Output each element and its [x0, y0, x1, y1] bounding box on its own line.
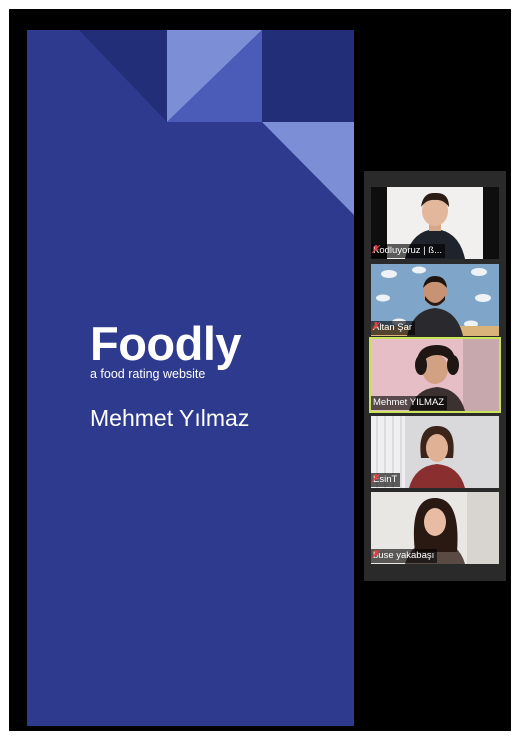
- muted-mic-icon: [371, 321, 381, 331]
- participant-gallery: Kodluyoruz | ß... Altan Şar Mehmet YILMA…: [364, 171, 506, 581]
- participant-tile[interactable]: Altan Şar: [371, 264, 499, 336]
- participant-name-tag: buse yakabaşı: [371, 549, 438, 563]
- participant-tile-active-speaker[interactable]: Mehmet YILMAZ: [369, 337, 501, 413]
- participant-name-tag: Kodluyoruz | ß...: [371, 244, 445, 258]
- muted-mic-icon: [371, 473, 381, 483]
- presenter-name: Mehmet Yılmaz: [90, 405, 250, 431]
- participant-name-tag: Altan Şar: [371, 321, 416, 335]
- participant-name-tag: Mehmet YILMAZ: [371, 396, 448, 410]
- slide-tagline: a food rating website: [90, 367, 206, 381]
- participant-name: Kodluyoruz | ß...: [373, 245, 442, 256]
- participant-name: buse yakabaşı: [373, 550, 435, 561]
- participant-tile[interactable]: buse yakabaşı: [371, 492, 499, 564]
- participant-tile[interactable]: EsinT: [371, 416, 499, 488]
- participant-name-tag: EsinT: [371, 473, 401, 487]
- participant-name: Mehmet YILMAZ: [373, 397, 445, 408]
- shared-screen-slide: Foodly a food rating website Mehmet Yılm…: [27, 30, 354, 726]
- muted-mic-icon: [371, 244, 381, 254]
- foodly-logo: Foodly: [90, 317, 242, 370]
- participant-tile[interactable]: Kodluyoruz | ß...: [371, 187, 499, 259]
- muted-mic-icon: [371, 549, 381, 559]
